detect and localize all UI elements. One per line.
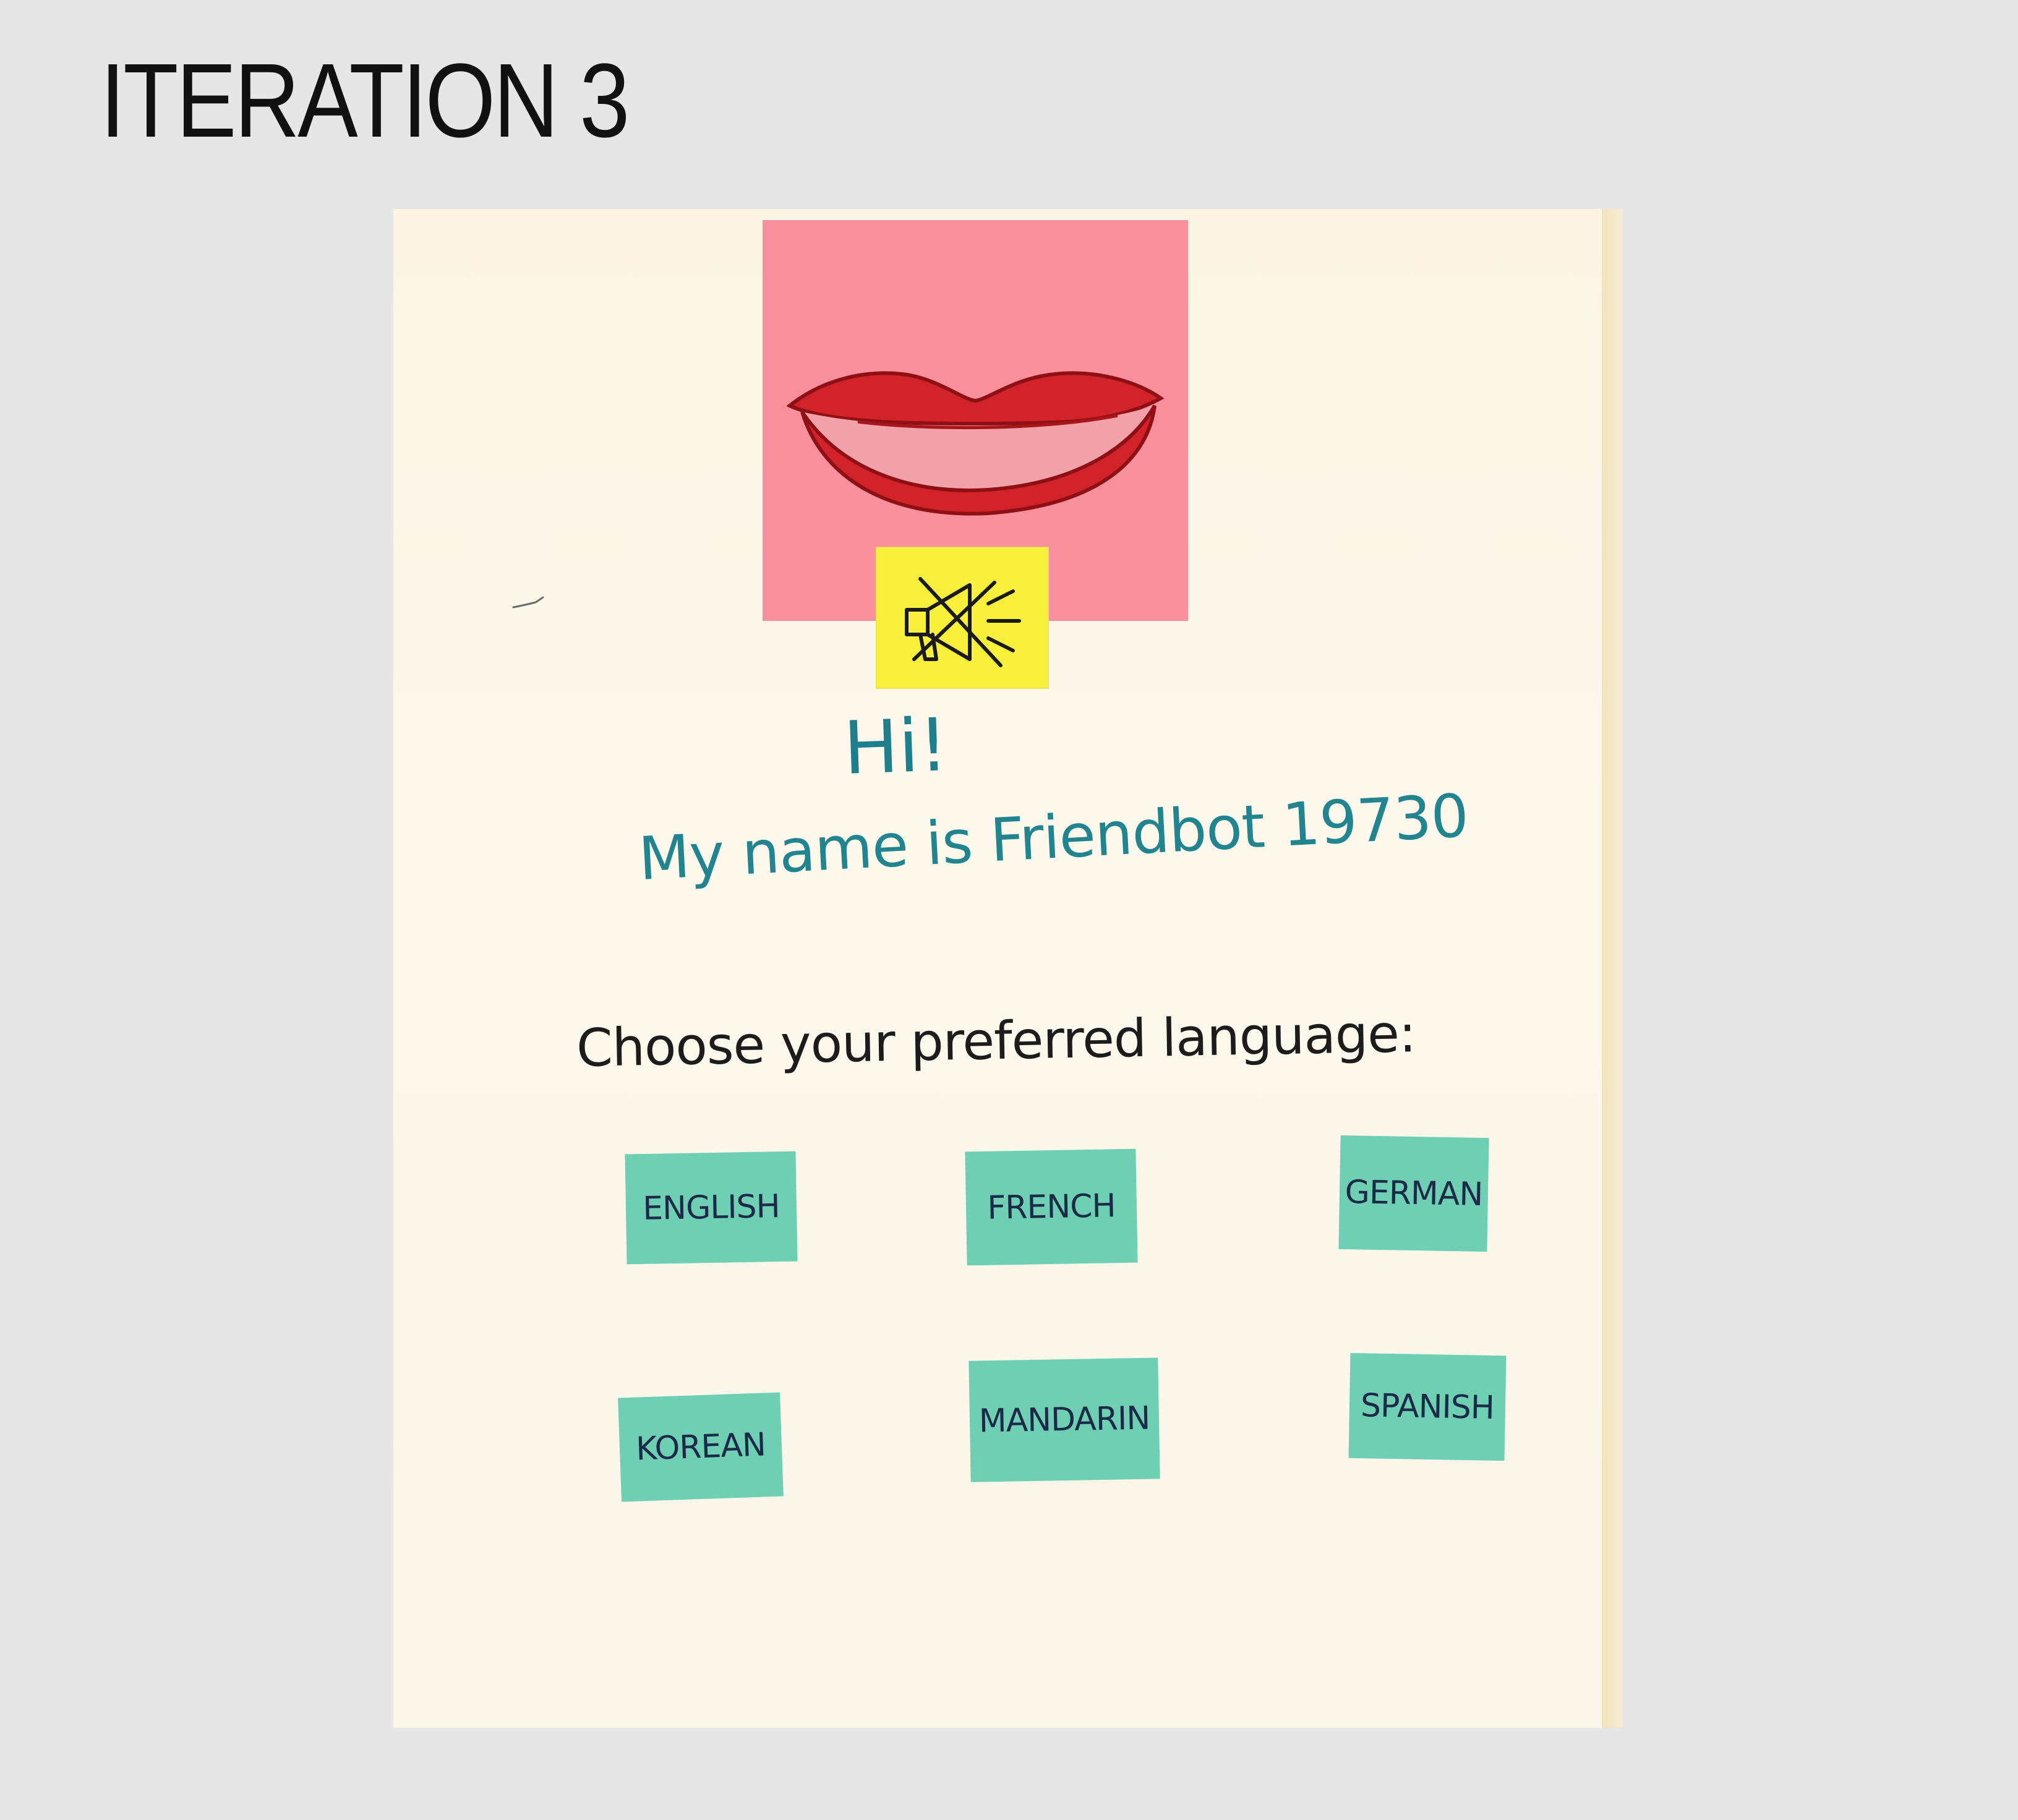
paper-edge	[1602, 209, 1623, 1728]
pencil-mark	[512, 596, 544, 609]
language-prompt: Choose your preferred language:	[576, 1003, 1416, 1079]
language-label: SPANISH	[1360, 1387, 1495, 1427]
language-button-german[interactable]: GERMAN	[1338, 1135, 1489, 1252]
mute-button[interactable]	[876, 547, 1049, 689]
language-label: ENGLISH	[642, 1188, 780, 1228]
language-button-spanish[interactable]: SPANISH	[1348, 1352, 1507, 1461]
language-label: MANDARIN	[978, 1399, 1150, 1440]
speaker-muted-icon	[905, 577, 1021, 667]
language-label: KOREAN	[635, 1426, 766, 1468]
language-label: GERMAN	[1345, 1174, 1483, 1213]
language-button-english[interactable]: ENGLISH	[625, 1151, 798, 1265]
language-button-korean[interactable]: KOREAN	[618, 1392, 784, 1502]
language-button-french[interactable]: FRENCH	[965, 1148, 1138, 1266]
page-title: ITERATION 3	[100, 42, 630, 160]
mouth-icon	[786, 371, 1165, 516]
bot-introduction: My name is Friendbot 19730	[636, 780, 1470, 894]
greeting-text: Hi!	[842, 702, 950, 791]
language-label: FRENCH	[986, 1187, 1116, 1227]
paper-prototype: Hi! My name is Friendbot 19730 Choose yo…	[393, 209, 1623, 1728]
language-button-mandarin[interactable]: MANDARIN	[968, 1357, 1160, 1482]
